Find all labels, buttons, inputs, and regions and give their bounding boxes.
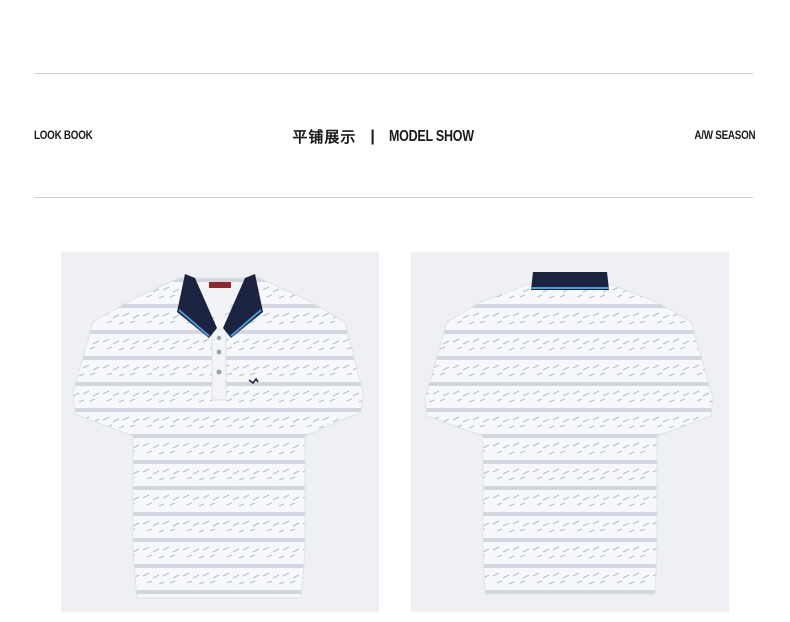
section-title-cn: 平铺展示 — [292, 128, 357, 146]
polo-shirt-front-icon — [72, 274, 364, 599]
title-separator: | — [370, 127, 375, 145]
top-divider — [34, 73, 753, 74]
product-image-front[interactable] — [61, 252, 379, 612]
section-title-en: MODEL SHOW — [388, 127, 474, 145]
bottom-divider — [34, 197, 753, 198]
product-image-back[interactable] — [411, 252, 729, 612]
section-title: 平铺展示 | MODEL SHOW — [0, 126, 790, 147]
polo-shirt-back-icon — [424, 272, 714, 595]
season-label: A/W SEASON — [694, 128, 755, 142]
